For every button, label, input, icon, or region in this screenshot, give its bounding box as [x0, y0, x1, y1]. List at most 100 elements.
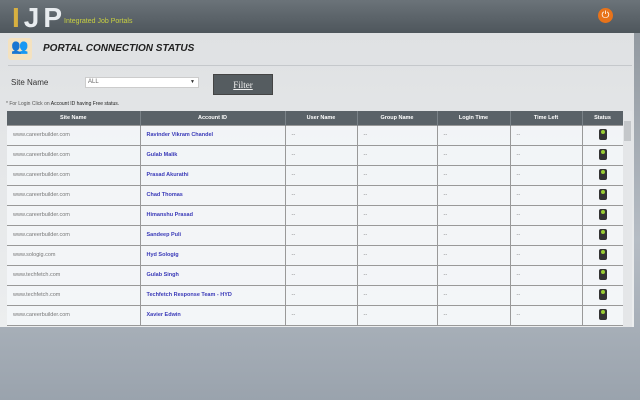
app-header: IJP Integrated Job Portals ⏻	[0, 0, 640, 33]
login-time-cell: --	[437, 244, 511, 266]
time-left-cell: --	[510, 124, 583, 146]
group-name-cell: --	[357, 224, 438, 246]
time-left-cell: --	[510, 304, 583, 326]
time-left-cell: --	[510, 144, 583, 166]
account-id-link[interactable]: Himanshu Prasad	[140, 204, 286, 226]
user-name-cell: --	[285, 204, 358, 226]
group-name-cell: --	[357, 184, 438, 206]
user-name-cell: --	[285, 284, 358, 306]
login-time-cell: --	[437, 164, 511, 186]
account-id-link[interactable]: Ravinder Vikram Chandel	[140, 124, 286, 146]
login-time-cell: --	[437, 124, 511, 146]
user-name-cell: --	[285, 224, 358, 246]
traffic-light-icon	[598, 248, 607, 260]
scrollbar[interactable]	[623, 111, 632, 327]
login-time-cell: --	[437, 204, 511, 226]
group-name-cell: --	[357, 164, 438, 186]
connection-table: Site Name Account ID User Name Group Name Lo…	[7, 111, 624, 326]
logo: IJP	[12, 2, 67, 33]
site-cell: www.careerbuilder.com	[7, 204, 141, 226]
traffic-light-icon	[598, 268, 607, 280]
traffic-light-icon	[598, 148, 607, 160]
group-name-cell: --	[357, 264, 438, 286]
power-icon[interactable]: ⏻	[598, 8, 613, 23]
status-cell	[582, 164, 624, 186]
status-cell	[582, 204, 624, 226]
account-id-link[interactable]: Gulab Malik	[140, 144, 286, 166]
traffic-light-icon	[598, 168, 607, 180]
site-cell: www.careerbuilder.com	[7, 224, 141, 246]
status-cell	[582, 264, 624, 286]
user-name-cell: --	[285, 144, 358, 166]
site-name-label: Site Name	[11, 78, 49, 87]
login-time-cell: --	[437, 144, 511, 166]
note-prefix: * For Login Click on	[6, 101, 50, 107]
traffic-light-icon	[598, 208, 607, 220]
login-time-cell: --	[437, 304, 511, 326]
login-time-cell: --	[437, 284, 511, 306]
table-row: www.careerbuilder.com Chad Thomas -- -- -- --	[7, 184, 624, 206]
user-name-cell: --	[285, 184, 358, 206]
account-id-link[interactable]: Gulab Singh	[140, 264, 286, 286]
time-left-cell: --	[510, 284, 583, 306]
site-cell: www.sologig.com	[7, 244, 141, 266]
table-row: www.techfetch.com Gulab Singh -- -- -- --	[7, 264, 624, 286]
time-left-cell: --	[510, 184, 583, 206]
column-header: Account ID	[140, 111, 286, 125]
traffic-light-icon	[598, 188, 607, 200]
status-cell	[582, 124, 624, 146]
scrollbar-thumb[interactable]	[624, 121, 631, 141]
account-id-link[interactable]: Xavier Edwin	[140, 304, 286, 326]
status-cell	[582, 284, 624, 306]
user-name-cell: --	[285, 304, 358, 326]
time-left-cell: --	[510, 224, 583, 246]
table-row: www.careerbuilder.com Himanshu Prasad -- --…	[7, 204, 624, 226]
traffic-light-icon	[598, 308, 607, 320]
traffic-light-icon	[598, 128, 607, 140]
column-header: Time Left	[510, 111, 583, 125]
traffic-light-icon	[598, 228, 607, 240]
site-cell: www.careerbuilder.com	[7, 184, 141, 206]
divider	[8, 65, 632, 66]
table-row: www.careerbuilder.com Xavier Edwin -- -- -- -…	[7, 304, 624, 326]
time-left-cell: --	[510, 264, 583, 286]
site-cell: www.careerbuilder.com	[7, 304, 141, 326]
time-left-cell: --	[510, 164, 583, 186]
account-id-link[interactable]: Prasad Akurathi	[140, 164, 286, 186]
group-name-cell: --	[357, 124, 438, 146]
login-time-cell: --	[437, 224, 511, 246]
note-text: Account ID having Free status.	[50, 101, 120, 107]
group-name-cell: --	[357, 304, 438, 326]
account-id-link[interactable]: Sandeep Puli	[140, 224, 286, 246]
group-name-cell: --	[357, 144, 438, 166]
account-id-link[interactable]: Chad Thomas	[140, 184, 286, 206]
time-left-cell: --	[510, 244, 583, 266]
users-icon: 👥	[8, 38, 32, 60]
user-name-cell: --	[285, 264, 358, 286]
user-name-cell: --	[285, 164, 358, 186]
page-title: PORTAL CONNECTION STATUS	[43, 43, 195, 54]
site-cell: www.careerbuilder.com	[7, 124, 141, 146]
selected-value: ALL	[88, 79, 99, 85]
login-note: * For Login Click on Account ID having F…	[6, 101, 119, 107]
tagline: Integrated Job Portals	[64, 18, 133, 25]
filter-button[interactable]: Filter	[213, 74, 273, 95]
status-cell	[582, 184, 624, 206]
site-name-select[interactable]: ALL ▼	[85, 77, 199, 88]
account-id-link[interactable]: Techfetch Response Team - HYD	[140, 284, 286, 306]
table-row: www.careerbuilder.com Ravinder Vikram Cha…	[7, 124, 624, 146]
account-id-link[interactable]: Hyd Sologig	[140, 244, 286, 266]
time-left-cell: --	[510, 204, 583, 226]
site-cell: www.careerbuilder.com	[7, 144, 141, 166]
column-header: Login Time	[437, 111, 511, 125]
traffic-light-icon	[598, 288, 607, 300]
login-time-cell: --	[437, 184, 511, 206]
table-row: www.techfetch.com Techfetch Response Team…	[7, 284, 624, 306]
main-panel: 👥 PORTAL CONNECTION STATUS Site Name ALL…	[0, 33, 634, 327]
user-name-cell: --	[285, 244, 358, 266]
login-time-cell: --	[437, 264, 511, 286]
group-name-cell: --	[357, 244, 438, 266]
table-row: www.careerbuilder.com Sandeep Puli -- -- -- -…	[7, 224, 624, 246]
table-row: www.careerbuilder.com Gulab Malik -- -- -- --	[7, 144, 624, 166]
status-cell	[582, 144, 624, 166]
